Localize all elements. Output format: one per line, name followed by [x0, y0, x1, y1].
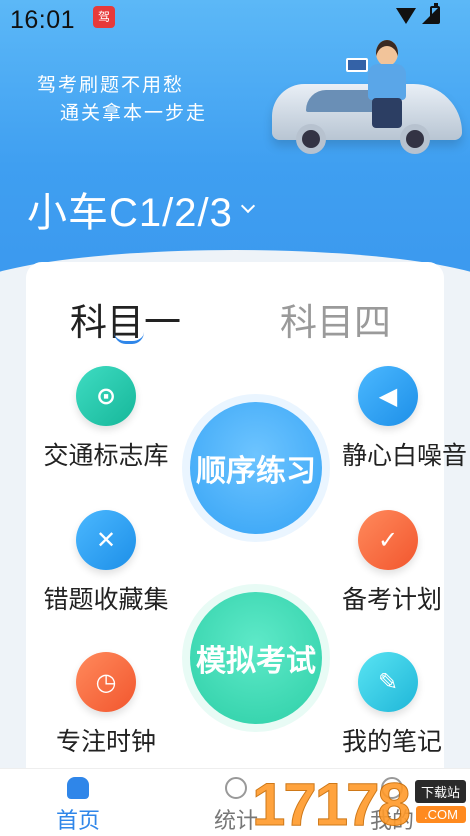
wifi-icon: [396, 8, 416, 24]
tab-home[interactable]: 首页: [38, 777, 118, 835]
tool-label: 错题收藏集: [43, 586, 169, 614]
driver-legs: [372, 98, 402, 128]
practice-panel: 科目一 科目四 ⊙ 交通标志库 ✕ 错题收藏集 ◷ 专注时钟 ◀ 静心白噪音 ✓…: [26, 262, 467, 772]
tool-label: 备考计划: [342, 586, 443, 614]
chevron-down-icon: [240, 198, 255, 214]
traffic-signs-button[interactable]: ⊙ 交通标志库: [36, 366, 176, 472]
driver-head: [376, 40, 398, 66]
notebook-icon: ✕: [76, 510, 136, 570]
license-card-icon: [346, 58, 368, 72]
speaker-icon: ◀: [358, 366, 418, 426]
watermark: 17178 下载站 .COM: [252, 770, 470, 836]
tool-label: 专注时钟: [55, 728, 156, 756]
tool-label: 我的笔记: [342, 728, 443, 756]
status-time: 16:01: [10, 6, 76, 34]
clock-icon: ◷: [76, 652, 136, 712]
mock-exam-label: 模拟考试: [196, 645, 316, 678]
car-type-selector[interactable]: 小车C1/2/3: [27, 180, 255, 238]
sequential-practice-button[interactable]: 顺序练习: [190, 402, 322, 534]
app-notification-icon: 驾: [93, 6, 115, 28]
wrong-questions-button[interactable]: ✕ 错题收藏集: [36, 510, 176, 616]
white-noise-button[interactable]: ◀ 静心白噪音: [318, 366, 467, 472]
focus-clock-button[interactable]: ◷ 专注时钟: [36, 652, 176, 758]
home-icon: [67, 777, 89, 799]
note-icon: ✎: [358, 652, 418, 712]
watermark-badge: 下载站: [414, 780, 466, 803]
traffic-sign-icon: ⊙: [76, 366, 136, 426]
watermark-domain: .COM: [416, 806, 466, 823]
status-bar: 16:01 驾: [0, 0, 470, 40]
my-notes-button[interactable]: ✎ 我的笔记: [318, 652, 458, 758]
tab-home-label: 首页: [55, 808, 100, 833]
watermark-number: 17178: [252, 771, 412, 836]
tool-label: 交通标志库: [43, 442, 169, 470]
sequential-practice-label: 顺序练习: [196, 455, 316, 488]
car-type-label: 小车C1/2/3: [27, 191, 233, 235]
stats-icon: [225, 777, 247, 799]
tab-subject-four[interactable]: 科目四: [280, 292, 391, 346]
battery-icon: [430, 3, 440, 24]
car-wheel-front: [296, 124, 326, 154]
slogan-line-1: 驾考刷题不用愁: [37, 75, 185, 96]
tool-label: 静心白噪音: [342, 442, 468, 470]
clipboard-icon: ✓: [358, 510, 418, 570]
hero-illustration: [272, 38, 468, 154]
study-plan-button[interactable]: ✓ 备考计划: [318, 510, 458, 616]
driver-torso: [368, 64, 406, 100]
mock-exam-button[interactable]: 模拟考试: [190, 592, 322, 724]
driver-illustration: [346, 40, 410, 130]
slogan-line-2: 通关拿本一步走: [60, 103, 208, 124]
